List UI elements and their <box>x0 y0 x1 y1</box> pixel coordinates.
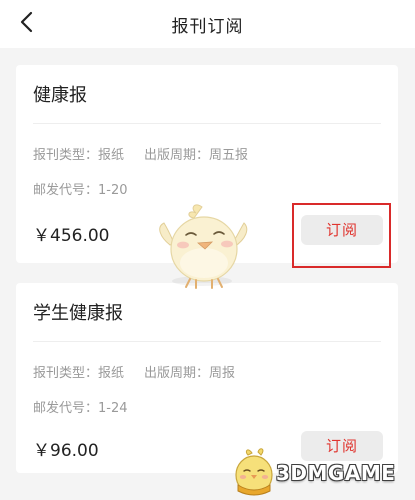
top-bar: 报刊订阅 <box>0 0 415 48</box>
page-title: 报刊订阅 <box>171 17 244 37</box>
type-value: 报纸 <box>98 366 125 381</box>
watermark: 3DMGAME <box>230 445 410 497</box>
code-value: 1-20 <box>98 183 128 198</box>
publication-meta-row: 报刊类型：报纸 出版周期：周报 <box>33 362 235 381</box>
cycle-label: 出版周期： <box>144 148 210 163</box>
publication-name: 健康报 <box>33 85 87 106</box>
divider <box>33 123 381 124</box>
code-label: 邮发代号： <box>33 401 99 416</box>
type-value: 报纸 <box>98 148 125 163</box>
cycle-label: 出版周期： <box>144 366 210 381</box>
type-label: 报刊类型： <box>33 148 99 163</box>
publication-name: 学生健康报 <box>33 303 123 324</box>
publication-price: ￥96.00 <box>33 441 99 461</box>
type-label: 报刊类型： <box>33 366 99 381</box>
cycle-value: 周报 <box>209 366 236 381</box>
code-value: 1-24 <box>98 401 128 416</box>
code-label: 邮发代号： <box>33 183 99 198</box>
publication-code-row: 邮发代号：1-24 <box>33 397 128 416</box>
cycle-value: 周五报 <box>209 148 249 163</box>
divider <box>33 341 381 342</box>
highlight-annotation-box <box>292 203 391 268</box>
mascot-chick-illustration <box>159 204 248 289</box>
publication-meta-row: 报刊类型：报纸 出版周期：周五报 <box>33 144 248 163</box>
watermark-text: 3DMGAME <box>276 461 396 485</box>
publication-code-row: 邮发代号：1-20 <box>33 179 128 198</box>
publication-price: ￥456.00 <box>33 226 110 246</box>
watermark-mascot-logo <box>235 448 273 496</box>
